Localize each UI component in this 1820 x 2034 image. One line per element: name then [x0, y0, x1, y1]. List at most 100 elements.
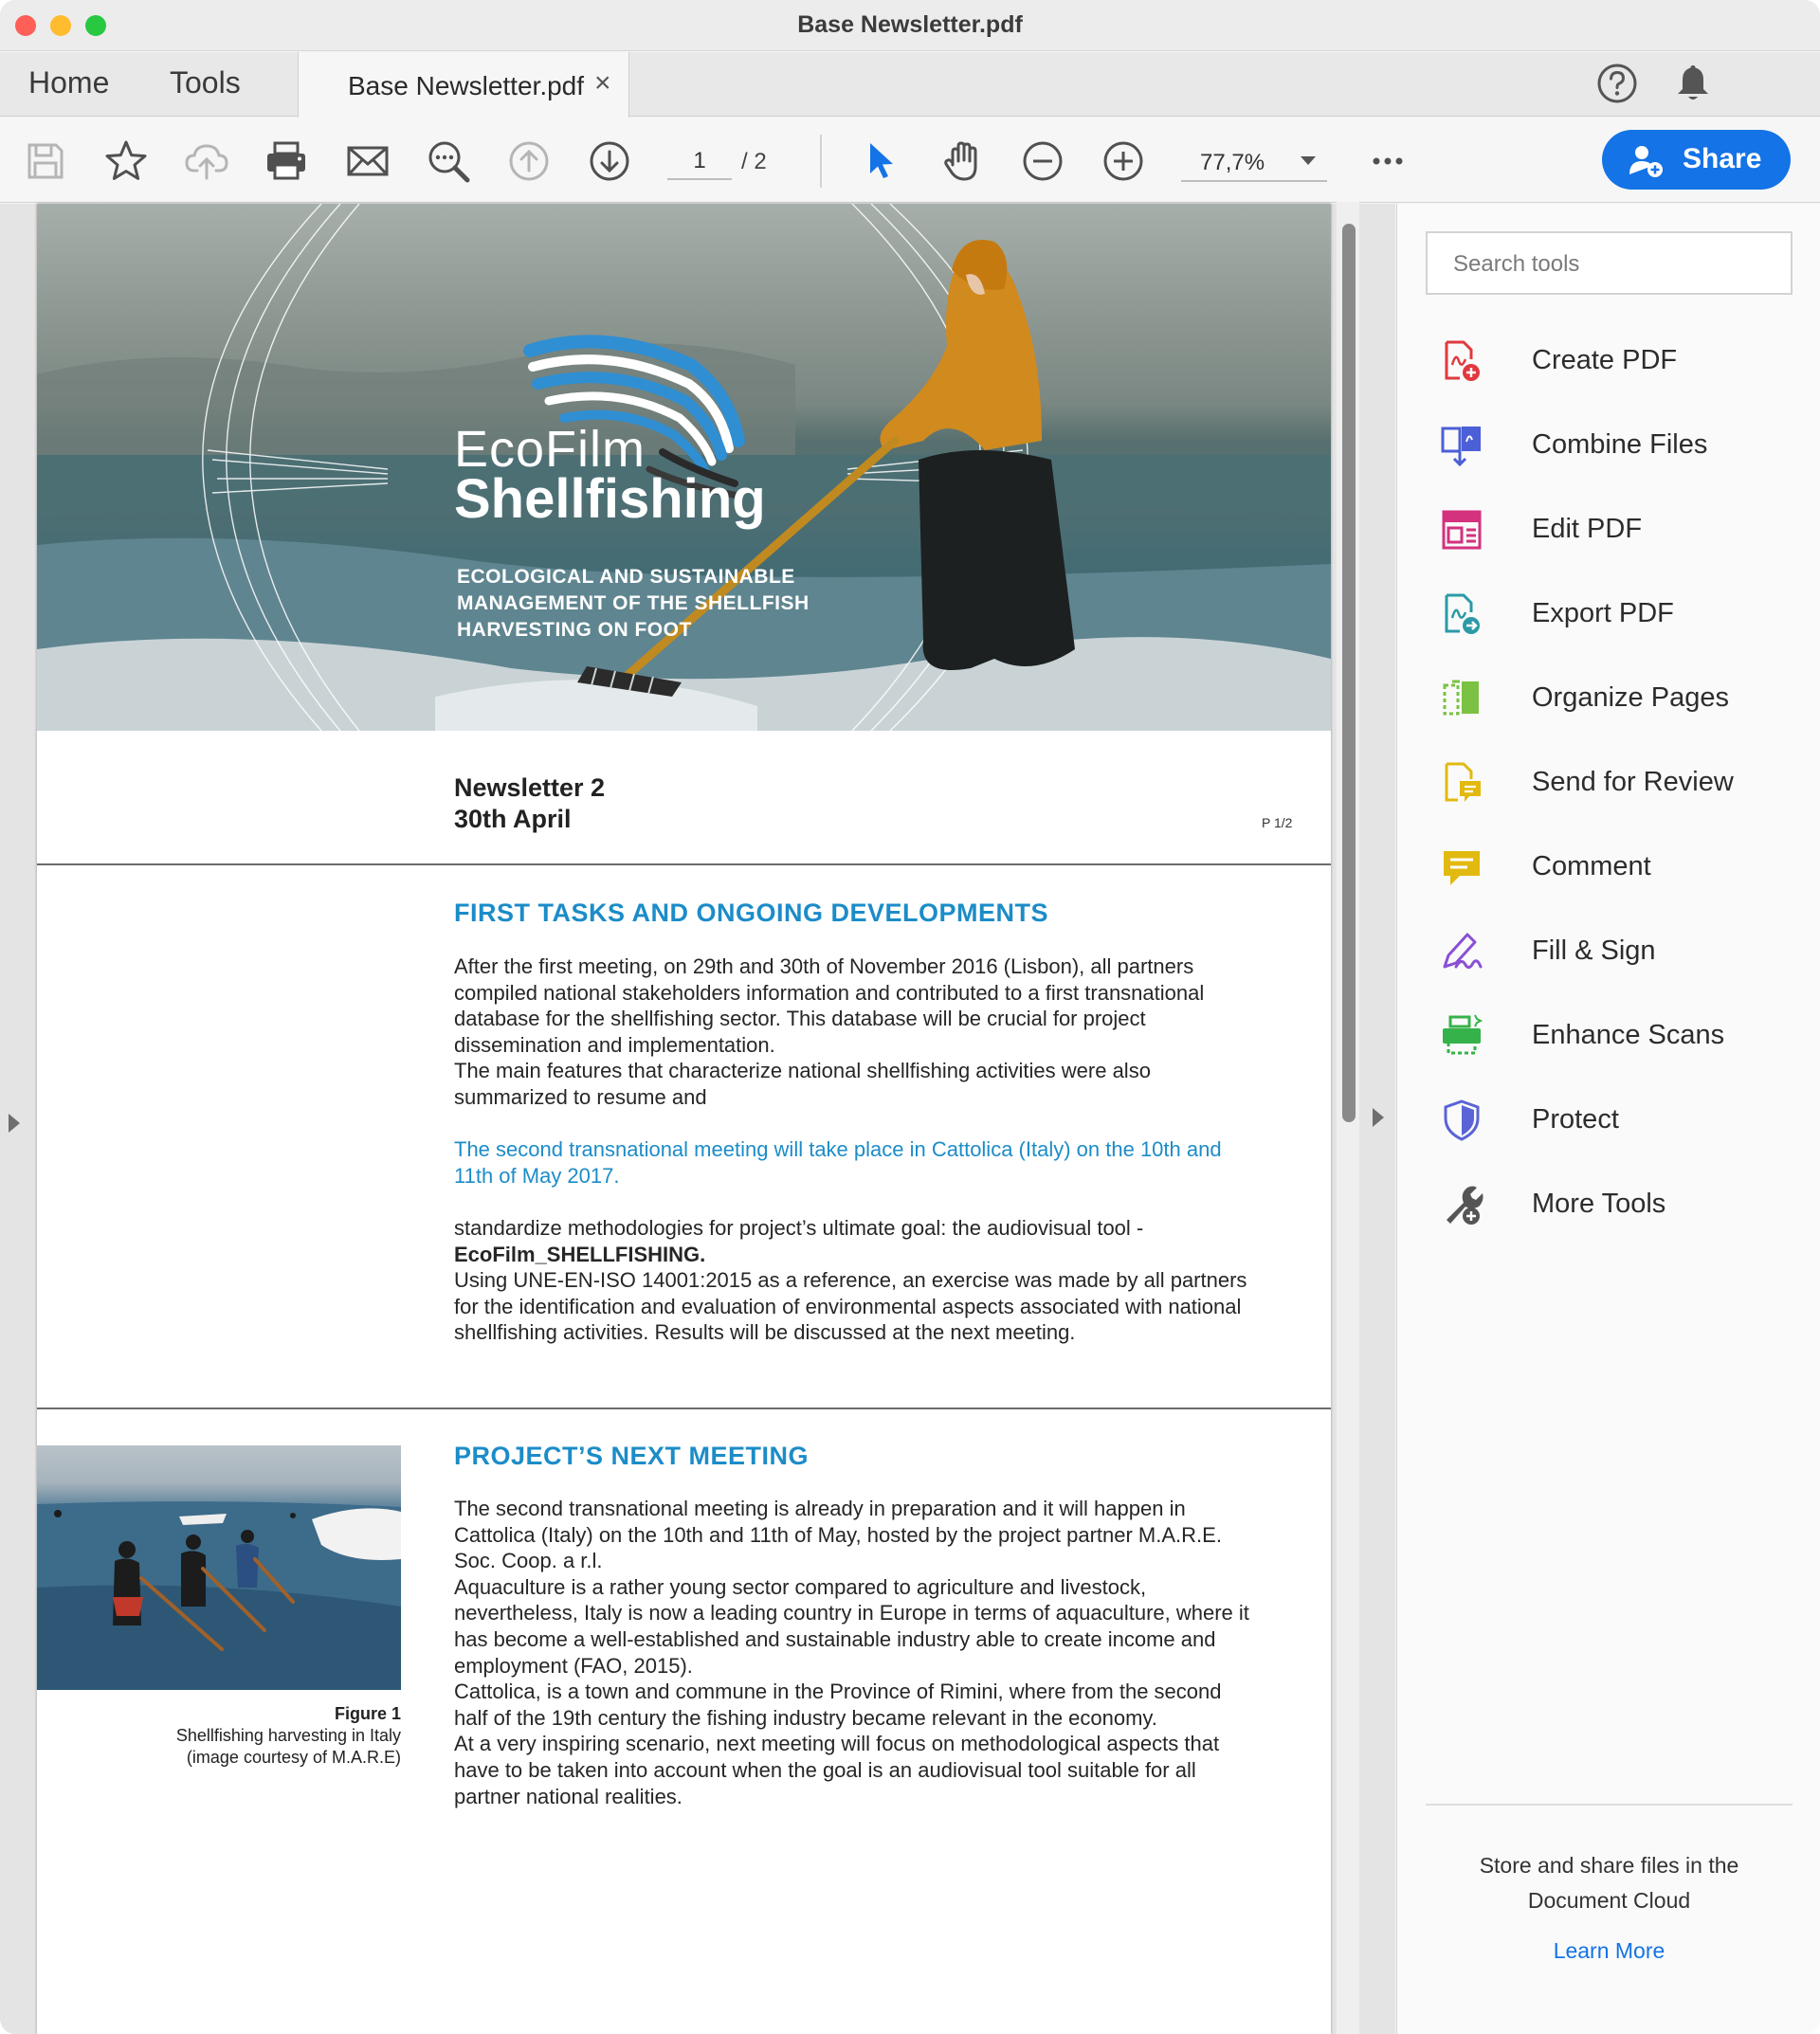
- cloud-upload-icon[interactable]: [184, 138, 229, 184]
- tool-edit-pdf[interactable]: Edit PDF: [1439, 501, 1799, 558]
- tool-export-pdf[interactable]: Export PDF: [1439, 586, 1799, 643]
- zoom-out-icon[interactable]: [1020, 138, 1065, 184]
- figure-label: Figure 1: [334, 1704, 401, 1723]
- create-pdf-icon: [1445, 340, 1480, 381]
- section1-highlight: The second transnational meeting will ta…: [454, 1137, 1222, 1188]
- title-bar: Base Newsletter.pdf: [0, 0, 1820, 51]
- section1-para1: After the first meeting, on 29th and 30t…: [454, 954, 1205, 1057]
- section1-body: After the first meeting, on 29th and 30t…: [454, 953, 1250, 1346]
- tab-document[interactable]: Base Newsletter.pdf ×: [298, 52, 629, 118]
- zoom-level-dropdown[interactable]: 77,7%: [1181, 142, 1327, 182]
- window-title: Base Newsletter.pdf: [797, 11, 1023, 38]
- main-toolbar: 1 / 2 77,7% Share: [0, 118, 1820, 203]
- banner-subtitle: ECOLOGICAL AND SUSTAINABLE MANAGEMENT OF…: [457, 566, 810, 641]
- tool-enhance-scans[interactable]: Enhance Scans: [1439, 1008, 1799, 1064]
- comment-icon: [1444, 851, 1480, 885]
- help-icon[interactable]: [1596, 63, 1638, 104]
- hand-tool-icon[interactable]: [939, 138, 985, 184]
- tool-protect[interactable]: Protect: [1439, 1092, 1799, 1149]
- send-for-review-icon: [1445, 762, 1481, 802]
- protect-icon: [1444, 1099, 1480, 1141]
- right-panel-collapse-icon[interactable]: [1373, 1108, 1384, 1127]
- select-arrow-icon[interactable]: [859, 138, 904, 184]
- tool-more-tools[interactable]: More Tools: [1439, 1176, 1799, 1233]
- chevron-down-icon: [1301, 156, 1316, 165]
- tool-send-for-review[interactable]: Send for Review: [1439, 754, 1799, 811]
- page-number-input[interactable]: 1: [667, 142, 732, 180]
- share-label: Share: [1683, 143, 1762, 174]
- page-up-icon[interactable]: [506, 138, 552, 184]
- section2-para1: The second transnational meeting is alre…: [454, 1497, 1222, 1573]
- document-scrollbar-thumb[interactable]: [1342, 224, 1356, 1122]
- pane-divider: [1426, 1804, 1793, 1806]
- tool-fill-sign[interactable]: Fill & Sign: [1439, 923, 1799, 980]
- tool-label: Export PDF: [1532, 598, 1674, 628]
- newsletter-title-block: Newsletter 2 30th April: [454, 772, 605, 835]
- tool-label: More Tools: [1532, 1189, 1666, 1219]
- tool-label: Create PDF: [1532, 345, 1678, 375]
- tool-label: Edit PDF: [1532, 514, 1643, 544]
- combine-files-icon: [1441, 427, 1481, 467]
- tool-create-pdf[interactable]: Create PDF: [1439, 333, 1799, 390]
- tab-home[interactable]: Home: [28, 65, 109, 100]
- pdf-page: EcoFilm Shellfishing ECOLOGICAL AND SUST…: [37, 204, 1331, 2034]
- close-tab-icon[interactable]: ×: [594, 67, 611, 100]
- section1-para3: standardize methodologies for project’s …: [454, 1215, 1144, 1240]
- section2-body: The second transnational meeting is alre…: [454, 1496, 1250, 1809]
- document-cloud-promo: Store and share files in the Document Cl…: [1426, 1848, 1793, 1918]
- acrobat-window: Base Newsletter.pdf Home Tools Base News…: [0, 0, 1820, 2034]
- tab-bar: Home Tools Base Newsletter.pdf ×: [0, 52, 1820, 118]
- toolbar-separator: [820, 135, 822, 188]
- section1-para3-bold: EcoFilm_SHELLFISHING.: [454, 1242, 706, 1266]
- share-button[interactable]: Share: [1602, 130, 1791, 190]
- tool-label: Organize Pages: [1532, 682, 1729, 713]
- tool-organize-pages[interactable]: Organize Pages: [1439, 670, 1799, 727]
- left-panel-expand-icon[interactable]: [9, 1114, 20, 1133]
- section2-para2: Aquaculture is a rather young sector com…: [454, 1574, 1249, 1678]
- section-divider: [37, 1407, 1331, 1409]
- tool-combine-files[interactable]: Combine Files: [1439, 417, 1799, 474]
- search-tools-placeholder: Search tools: [1453, 251, 1580, 277]
- section1-heading: FIRST TASKS AND ONGOING DEVELOPMENTS: [454, 899, 1049, 927]
- page-total: / 2: [741, 149, 767, 174]
- bookmark-star-icon[interactable]: [103, 138, 149, 184]
- figure-caption-line2: (image courtesy of M.A.R.E): [186, 1748, 401, 1767]
- page-down-icon[interactable]: [587, 138, 632, 184]
- search-tools-input[interactable]: Search tools: [1426, 231, 1793, 295]
- figure-photo: [37, 1445, 401, 1690]
- tool-label: Send for Review: [1532, 767, 1734, 797]
- tool-label: Comment: [1532, 851, 1651, 881]
- page-marker: P 1/2: [1262, 815, 1293, 830]
- find-zoom-icon[interactable]: [426, 138, 471, 184]
- zoom-in-icon[interactable]: [1101, 138, 1146, 184]
- print-icon[interactable]: [264, 138, 309, 184]
- cloud-promo-line2: Document Cloud: [1527, 1888, 1691, 1913]
- email-icon[interactable]: [345, 138, 391, 184]
- tools-pane: Search tools Create PDF Combine Files Ed…: [1396, 204, 1820, 2034]
- newsletter-banner-image: EcoFilm Shellfishing ECOLOGICAL AND SUST…: [37, 204, 1331, 731]
- more-tools-icon: [1447, 1186, 1483, 1225]
- tab-document-label: Base Newsletter.pdf: [348, 71, 585, 100]
- more-options-icon[interactable]: [1365, 138, 1410, 184]
- tool-label: Combine Files: [1532, 429, 1708, 460]
- zoom-level-value: 77,7%: [1200, 150, 1265, 175]
- cloud-promo-line1: Store and share files in the: [1479, 1853, 1739, 1878]
- tool-comment[interactable]: Comment: [1439, 839, 1799, 896]
- add-user-icon: [1629, 146, 1663, 177]
- save-icon[interactable]: [23, 138, 68, 184]
- organize-pages-icon: [1443, 680, 1479, 716]
- tool-label: Fill & Sign: [1532, 935, 1656, 966]
- tab-tools[interactable]: Tools: [170, 65, 241, 100]
- figure-caption: Figure 1 Shellfishing harvesting in Ital…: [37, 1703, 401, 1769]
- section2-para4: At a very inspiring scenario, next meeti…: [454, 1732, 1220, 1808]
- learn-more-link[interactable]: Learn More: [1426, 1938, 1793, 1964]
- newsletter-date: 30th April: [454, 805, 572, 833]
- banner-logo-line2: Shellfishing: [454, 468, 766, 530]
- notifications-bell-icon[interactable]: [1674, 62, 1712, 103]
- edit-pdf-icon: [1442, 510, 1482, 550]
- section1-para2: The main features that characterize nati…: [454, 1059, 1151, 1109]
- figure-caption-line1: Shellfishing harvesting in Italy: [175, 1726, 401, 1745]
- enhance-scans-icon: [1443, 1014, 1483, 1055]
- section1-para4: Using UNE-EN-ISO 14001:2015 as a referen…: [454, 1268, 1247, 1345]
- fill-sign-icon: [1443, 933, 1483, 970]
